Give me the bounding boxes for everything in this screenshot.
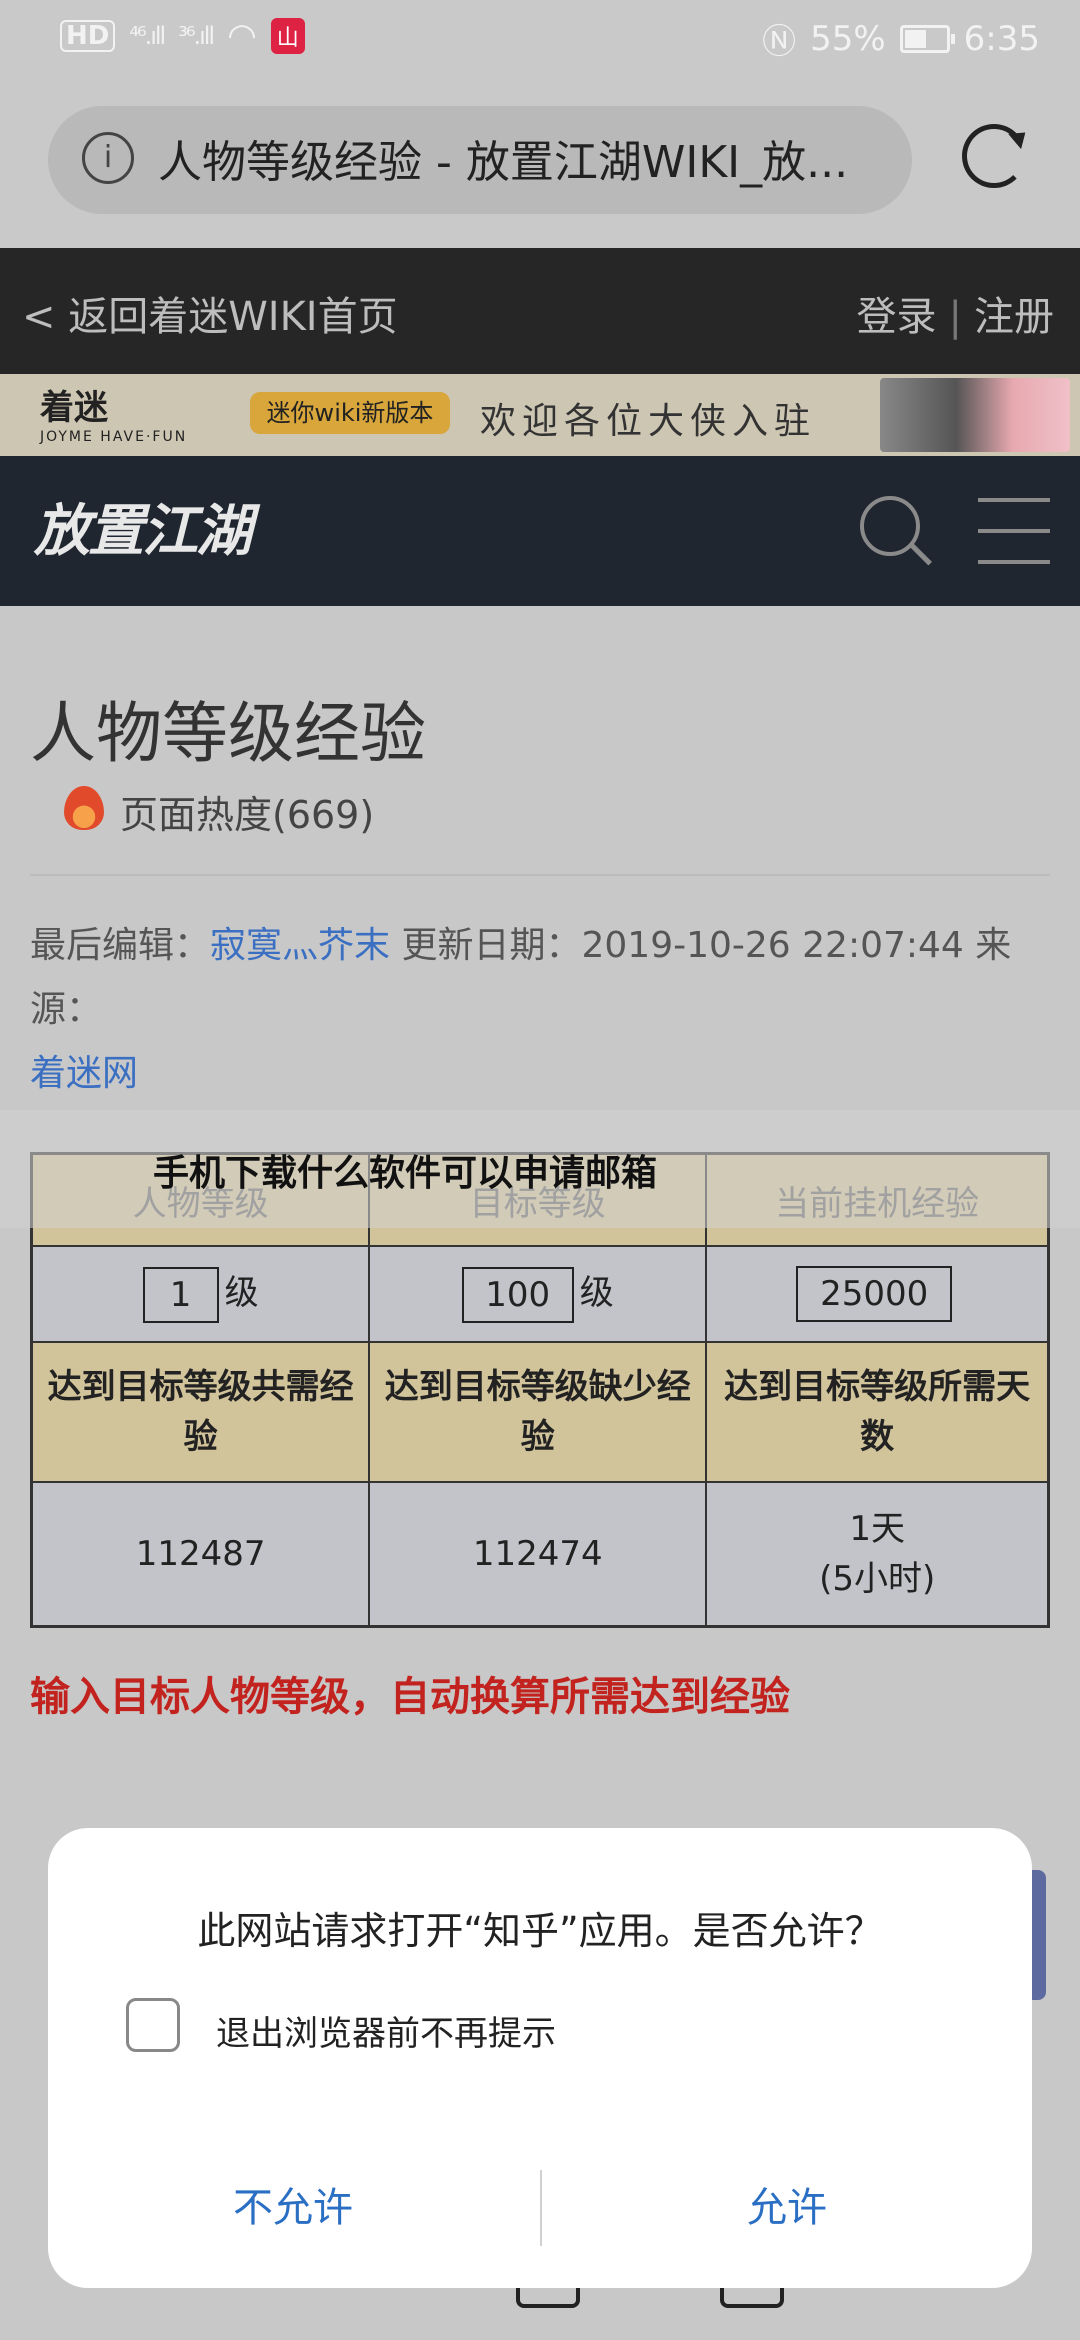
target-level-input[interactable]: 100 xyxy=(461,1266,574,1323)
reload-icon[interactable] xyxy=(962,124,1026,188)
label-total-exp: 达到目标等级共需经验 xyxy=(30,1341,371,1483)
menu-icon[interactable] xyxy=(978,498,1050,564)
level-unit: 级 xyxy=(224,1273,259,1314)
battery-fill xyxy=(904,29,926,48)
banner-version-pill: 迷你wiki新版本 xyxy=(250,392,450,434)
back-to-wiki-home-link[interactable]: < 返回着迷WIKI首页 xyxy=(22,284,398,342)
calculator-hint: 输入目标人物等级，自动换算所需达到经验 xyxy=(30,1674,790,1720)
game-logo[interactable]: 放置江湖 xyxy=(34,486,252,567)
status-right: Ⓝ 55% 6:35 xyxy=(762,14,1040,63)
tabs-nav-icon[interactable] xyxy=(720,2288,784,2308)
days-needed-value: 1天 (5小时) xyxy=(705,1481,1050,1628)
days-line-1: 1天 xyxy=(849,1509,905,1549)
nfc-icon: Ⓝ xyxy=(762,22,797,62)
divider xyxy=(30,874,1050,876)
current-level-cell: 1级 xyxy=(30,1245,371,1343)
editor-link[interactable]: 寂寞灬芥末 xyxy=(210,925,390,966)
fire-icon xyxy=(64,786,104,830)
table-result-label-row: 达到目标等级共需经验 达到目标等级缺少经验 达到目标等级所需天数 xyxy=(30,1341,1050,1483)
dialog-message: 此网站请求打开“知乎”应用。是否允许？ xyxy=(197,1909,883,1953)
search-icon[interactable] xyxy=(860,496,920,556)
table-input-row: 1级 100 级 25000 xyxy=(30,1245,1050,1343)
idle-exp-cell: 25000 xyxy=(705,1245,1050,1343)
battery-icon xyxy=(899,24,955,53)
missing-exp-value: 112474 xyxy=(368,1481,708,1628)
joyme-logo: 着迷 JOYME HAVE·FUN xyxy=(40,380,187,445)
battery-percent: 55% xyxy=(810,18,886,59)
page-heat: 页面热度(669) xyxy=(120,793,375,837)
label-days-needed: 达到目标等级所需天数 xyxy=(705,1341,1050,1483)
auth-links: 登录 | 注册 xyxy=(857,284,1054,342)
level-unit: 级 xyxy=(579,1273,614,1314)
last-edit-label: 最后编辑： xyxy=(30,925,211,966)
auth-separator: | xyxy=(948,294,962,340)
page-title: 人物等级经验 xyxy=(30,695,426,772)
source-link[interactable]: 着迷网 xyxy=(30,1053,138,1094)
deny-button[interactable]: 不允许 xyxy=(48,2168,538,2248)
banner-artwork xyxy=(880,378,1070,452)
home-nav-icon[interactable] xyxy=(516,2288,580,2308)
url-text[interactable]: 人物等级经验 - 放置江湖WIKI_放... xyxy=(158,126,898,190)
article-meta: 最后编辑：寂寞灬芥末 更新日期：2019-10-26 22:07:44 来源：着… xyxy=(30,914,1070,1106)
table-result-row: 112487 112474 1天 (5小时) xyxy=(30,1481,1050,1628)
idle-exp-input[interactable]: 25000 xyxy=(796,1266,953,1322)
login-link[interactable]: 登录 xyxy=(857,294,937,340)
total-exp-value: 112487 xyxy=(30,1481,371,1628)
joyme-logo-text: 着迷 xyxy=(40,388,108,428)
dont-ask-label[interactable]: 退出浏览器前不再提示 xyxy=(216,2006,556,2055)
label-missing-exp: 达到目标等级缺少经验 xyxy=(368,1341,708,1483)
signal-icon: ⁴⁶.ıll xyxy=(129,22,166,50)
target-level-cell: 100 级 xyxy=(368,1245,708,1343)
days-line-2: (5小时) xyxy=(819,1559,936,1599)
register-link[interactable]: 注册 xyxy=(974,294,1054,340)
current-level-input[interactable]: 1 xyxy=(142,1266,219,1323)
dont-ask-checkbox[interactable] xyxy=(126,1998,180,2052)
overlay-text: 手机下载什么软件可以申请邮箱 xyxy=(152,1153,657,1194)
wifi-icon: ◠ xyxy=(227,16,257,56)
clock: 6:35 xyxy=(963,18,1040,59)
info-icon[interactable]: i xyxy=(82,132,134,184)
app-notification-icon: 山 xyxy=(270,18,305,54)
status-left: HD ⁴⁶.ıll ³⁶.ıll ◠ 山 xyxy=(60,16,305,56)
hd-icon: HD xyxy=(60,20,116,52)
allow-button[interactable]: 允许 xyxy=(542,2168,1032,2248)
signal-icon-2: ³⁶.ıll xyxy=(178,22,215,50)
joyme-logo-sub: JOYME HAVE·FUN xyxy=(40,429,188,445)
status-bar: HD ⁴⁶.ıll ³⁶.ıll ◠ 山 Ⓝ 55% 6:35 xyxy=(0,0,1080,72)
banner-welcome-text: 欢迎各位大侠入驻 xyxy=(480,401,817,442)
